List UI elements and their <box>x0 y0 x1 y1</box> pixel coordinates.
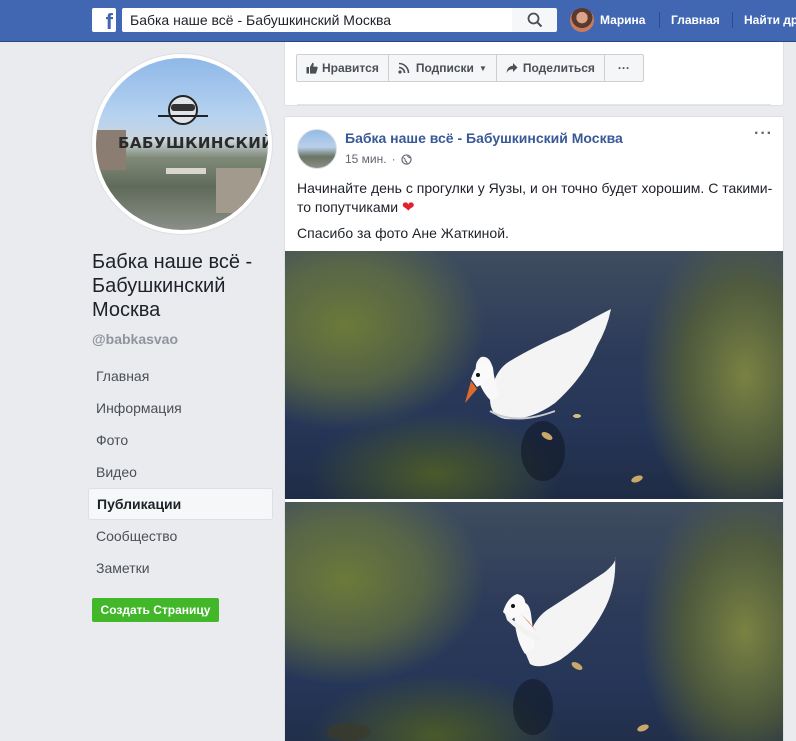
post-body: Начинайте день с прогулки у Яузы, и он т… <box>297 179 773 250</box>
divider <box>297 104 771 105</box>
rss-icon <box>398 62 410 74</box>
user-avatar <box>570 8 594 32</box>
like-page-button[interactable]: Нравится <box>296 54 389 82</box>
user-profile-link[interactable]: Марина <box>570 8 645 32</box>
sidebar-item-home[interactable]: Главная <box>88 360 273 392</box>
page-username[interactable]: @babkasvao <box>92 331 178 347</box>
nav-divider <box>659 12 660 28</box>
pilot-mascot-icon <box>158 95 208 125</box>
follow-button-label: Подписки <box>415 61 474 75</box>
meta-separator: · <box>391 152 396 166</box>
top-navigation-bar: f Марина Главная Найти др <box>0 0 796 42</box>
nav-home-link[interactable]: Главная <box>671 8 720 32</box>
page-actions-bar: Нравится Подписки ▼ Поделиться ··· <box>296 54 644 82</box>
sidebar-item-videos[interactable]: Видео <box>88 456 273 488</box>
heart-icon: ❤ <box>401 199 415 216</box>
more-dots-icon: ··· <box>617 61 630 75</box>
post-options-button[interactable]: ··· <box>754 125 773 143</box>
share-arrow-icon <box>506 63 518 73</box>
post-card: Бабка наше всё - Бабушкинский Москва 15 … <box>284 116 784 741</box>
post-author-name[interactable]: Бабка наше всё - Бабушкинский Москва <box>345 130 623 146</box>
chevron-down-icon: ▼ <box>478 63 487 73</box>
sidebar-item-posts[interactable]: Публикации <box>88 488 273 520</box>
share-button-label: Поделиться <box>522 61 595 75</box>
swan-image <box>465 309 643 483</box>
post-timestamp[interactable]: 15 мин. <box>345 152 387 166</box>
post-photo[interactable] <box>285 502 783 741</box>
create-page-button[interactable]: Создать Страницу <box>92 598 219 622</box>
sidebar-item-photos[interactable]: Фото <box>88 424 273 456</box>
user-name: Марина <box>600 13 646 27</box>
post-text-line: Начинайте день с прогулки у Яузы, и он т… <box>297 180 773 215</box>
swan-image <box>327 557 649 741</box>
search-input[interactable] <box>122 8 512 32</box>
sidebar-item-notes[interactable]: Заметки <box>88 552 273 584</box>
post-meta: 15 мин. · <box>345 152 412 166</box>
sidebar-item-community[interactable]: Сообщество <box>88 520 273 552</box>
follow-page-button[interactable]: Подписки ▼ <box>387 54 497 82</box>
share-page-button[interactable]: Поделиться <box>495 54 605 82</box>
page-title[interactable]: Бабка наше всё - Бабушкинский Москва <box>92 250 272 322</box>
post-photo[interactable] <box>285 251 783 499</box>
post-text-credit: Спасибо за фото Ане Жаткиной. <box>297 225 509 241</box>
nav-divider <box>732 12 733 28</box>
globe-icon[interactable] <box>400 153 412 165</box>
profile-brand-text: БАБУШКИНСКИЙ <box>118 134 268 152</box>
profile-image: БАБУШКИНСКИЙ <box>96 58 268 230</box>
more-options-button[interactable]: ··· <box>603 54 644 82</box>
search-icon <box>527 12 542 28</box>
page-actions-card: Нравится Подписки ▼ Поделиться ··· <box>284 42 784 106</box>
like-button-label: Нравится <box>322 61 379 75</box>
thumbs-up-icon <box>306 62 318 74</box>
nav-find-friends-link[interactable]: Найти др <box>744 8 796 32</box>
post-author-avatar[interactable] <box>297 129 337 169</box>
page-sidebar-nav: Главная Информация Фото Видео Публикации… <box>88 360 273 584</box>
facebook-logo-icon[interactable]: f <box>92 8 116 32</box>
search-button[interactable] <box>512 8 557 32</box>
sidebar-item-about[interactable]: Информация <box>88 392 273 424</box>
page-profile-picture[interactable]: БАБУШКИНСКИЙ <box>92 54 272 234</box>
